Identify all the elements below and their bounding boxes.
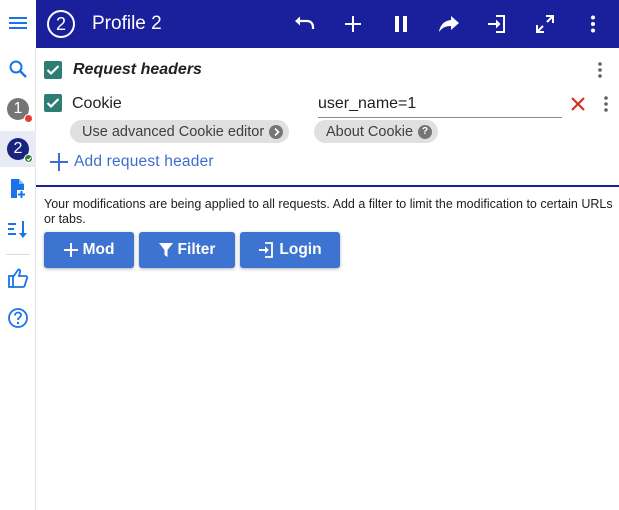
add-file-icon[interactable] bbox=[0, 171, 36, 207]
pause-icon[interactable] bbox=[385, 8, 417, 40]
plus-icon[interactable] bbox=[337, 8, 369, 40]
header-row: Cookie user_name=1 bbox=[44, 94, 619, 118]
add-header-label: Add request header bbox=[74, 153, 214, 170]
header-enabled-checkbox[interactable] bbox=[44, 94, 62, 112]
header-more-icon[interactable] bbox=[594, 92, 618, 116]
section-divider bbox=[36, 185, 619, 187]
add-filter-button[interactable]: Filter bbox=[139, 232, 235, 268]
request-headers-section-header: Request headers bbox=[44, 61, 202, 79]
chip-label: About Cookie bbox=[326, 123, 414, 140]
remove-header-icon[interactable] bbox=[568, 94, 588, 114]
add-mod-button[interactable]: Mod bbox=[44, 232, 134, 268]
profile-badge-number: 2 bbox=[55, 13, 66, 34]
paused-status-dot bbox=[24, 114, 33, 123]
advanced-cookie-editor-chip[interactable]: Use advanced Cookie editor bbox=[70, 120, 290, 143]
chip-label: Use advanced Cookie editor bbox=[82, 123, 265, 140]
plus-icon bbox=[50, 153, 68, 171]
info-text: Your modifications are being applied to … bbox=[44, 197, 613, 226]
profile-2-button[interactable]: 2 bbox=[0, 131, 36, 167]
top-bar: 2 Profile 2 bbox=[36, 0, 619, 48]
profile-avatar: 1 bbox=[7, 98, 33, 123]
thumbs-up-icon[interactable] bbox=[0, 260, 36, 296]
about-cookie-chip[interactable]: About Cookie ? bbox=[314, 120, 439, 143]
help-icon[interactable] bbox=[0, 300, 36, 336]
menu-icon[interactable] bbox=[0, 5, 36, 41]
share-icon[interactable] bbox=[433, 8, 465, 40]
fullscreen-icon[interactable] bbox=[529, 8, 561, 40]
search-icon[interactable] bbox=[0, 51, 36, 87]
undo-icon[interactable] bbox=[289, 8, 321, 40]
profile-title[interactable]: Profile 2 bbox=[92, 13, 162, 35]
profile-badge[interactable]: 2 bbox=[47, 10, 75, 38]
login-icon[interactable] bbox=[481, 8, 513, 40]
profile-1-button[interactable]: 1 bbox=[0, 91, 36, 127]
filter-label: Filter bbox=[177, 241, 216, 258]
header-name-field[interactable]: Cookie bbox=[72, 94, 122, 114]
plus-icon bbox=[63, 243, 78, 257]
help-icon: ? bbox=[418, 124, 433, 139]
login-icon bbox=[259, 242, 274, 258]
mod-label: Mod bbox=[82, 241, 115, 258]
filter-icon bbox=[158, 243, 173, 257]
chevron-right-icon bbox=[269, 124, 284, 139]
left-rail: 1 2 bbox=[0, 0, 36, 510]
profile-avatar: 2 bbox=[7, 138, 33, 163]
section-checkbox[interactable] bbox=[44, 61, 62, 79]
section-title: Request headers bbox=[73, 61, 202, 78]
add-request-header-button[interactable]: Add request header bbox=[50, 153, 214, 171]
profile-number: 1 bbox=[13, 100, 23, 117]
login-button[interactable]: Login bbox=[240, 232, 340, 268]
section-more-icon[interactable] bbox=[588, 58, 612, 82]
sort-icon[interactable] bbox=[0, 211, 36, 247]
more-vert-icon[interactable] bbox=[577, 8, 609, 40]
header-value-field[interactable]: user_name=1 bbox=[318, 94, 562, 118]
active-status-dot bbox=[24, 154, 33, 163]
login-label: Login bbox=[279, 241, 322, 258]
profile-number: 2 bbox=[13, 140, 23, 157]
rail-divider bbox=[6, 254, 30, 255]
